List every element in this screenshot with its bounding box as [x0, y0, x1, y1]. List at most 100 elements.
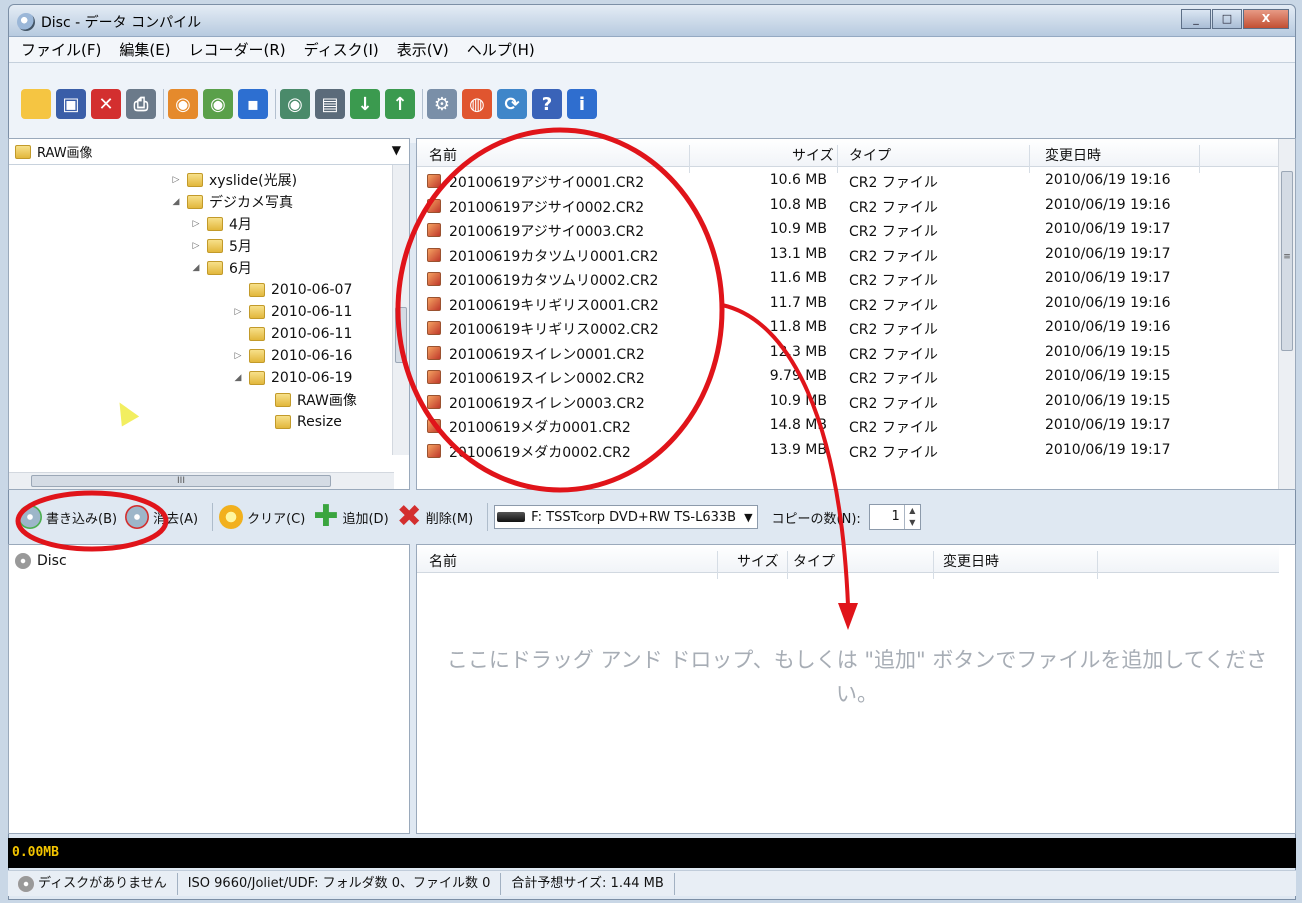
blue-disc-icon[interactable]: ▪ [238, 89, 268, 119]
compile-column-size[interactable]: サイズ [737, 551, 779, 571]
add-button[interactable]: ✚ 追加(D) [313, 502, 389, 532]
tree-expand-icon[interactable]: ◢ [169, 197, 183, 207]
tree-hscroll-thumb[interactable]: III [31, 475, 331, 487]
file-row[interactable]: 20100619スイレン0001.CR2 12.3 MB CR2 ファイル 2010/… [417, 341, 1281, 365]
update-icon[interactable]: ⟳ [497, 89, 527, 119]
burn-disc-icon[interactable]: ◉ [168, 89, 198, 119]
drive-select-value: F: TSSTcorp DVD+RW TS-L633B [531, 509, 737, 525]
tree-item-label: 2010-06-11 [271, 304, 353, 320]
file-row[interactable]: 20100619メダカ0002.CR2 13.9 MB CR2 ファイル 2010/0… [417, 439, 1281, 463]
remove-button[interactable]: ✖ 削除(M) [397, 502, 474, 532]
chevron-down-icon[interactable]: ▼ [392, 143, 401, 157]
delete-icon[interactable]: ✕ [91, 89, 121, 119]
globe-icon[interactable]: ◍ [462, 89, 492, 119]
add-label: 追加(D) [342, 511, 389, 527]
export-icon[interactable]: ↑ [385, 89, 415, 119]
tree-expand-icon[interactable]: ▷ [189, 241, 203, 251]
save-icon[interactable]: ▣ [56, 89, 86, 119]
menu-help[interactable]: ヘルプ(H) [467, 39, 535, 60]
compile-column-name[interactable]: 名前 [429, 551, 457, 571]
column-date[interactable]: 変更日時 [1045, 145, 1101, 165]
folder-icon [15, 144, 31, 159]
menu-view[interactable]: 表示(V) [397, 39, 449, 60]
tree-expand-icon[interactable]: ▷ [189, 219, 203, 229]
compile-column-type[interactable]: タイプ [793, 551, 835, 571]
menu-file[interactable]: ファイル(F) [21, 39, 101, 60]
new-icon[interactable] [21, 89, 51, 119]
copies-stepper[interactable]: 1 ▲ ▼ [868, 504, 921, 530]
tree-horizontal-scrollbar[interactable]: III [9, 472, 394, 489]
tree-expand-icon[interactable]: ▷ [231, 351, 245, 361]
column-size[interactable]: サイズ [792, 145, 834, 165]
tree-item[interactable]: ▷ xyslide(光展) [169, 169, 297, 191]
folder-combo[interactable]: RAW画像 ▼ [9, 139, 409, 165]
file-row[interactable]: 20100619アジサイ0001.CR2 10.6 MB CR2 ファイル 2010/… [417, 169, 1281, 193]
file-date: 2010/06/19 19:16 [1045, 319, 1171, 335]
tree-item[interactable]: Resize [257, 411, 342, 433]
gear-icon[interactable]: ⚙ [427, 89, 457, 119]
print-icon[interactable]: ⎙ [126, 89, 156, 119]
help-icon[interactable]: ? [532, 89, 562, 119]
tree-expand-icon[interactable]: ◢ [189, 263, 203, 273]
menu-recorder[interactable]: レコーダー(R) [189, 39, 286, 60]
tree-expand-icon[interactable]: ▷ [231, 307, 245, 317]
tree-item-label: デジカメ写真 [209, 195, 293, 211]
maximize-button[interactable]: □ [1212, 9, 1242, 29]
file-name: 20100619キリギリス0002.CR2 [449, 322, 659, 338]
file-date: 2010/06/19 19:17 [1045, 221, 1171, 237]
tree-item[interactable]: ▷ 5月 [189, 235, 252, 257]
file-row[interactable]: 20100619アジサイ0002.CR2 10.8 MB CR2 ファイル 2010/… [417, 194, 1281, 218]
file-row[interactable]: 20100619メダカ0001.CR2 14.8 MB CR2 ファイル 2010/0… [417, 414, 1281, 438]
tree-item[interactable]: ◢ デジカメ写真 [169, 191, 293, 213]
file-list-scrollbar[interactable]: ≡ [1278, 139, 1295, 489]
tree-item[interactable]: 2010-06-11 [231, 323, 352, 345]
raw-file-icon [427, 198, 441, 213]
menu-edit[interactable]: 編集(E) [119, 39, 170, 60]
file-row[interactable]: 20100619カタツムリ0001.CR2 13.1 MB CR2 ファイル 2010… [417, 243, 1281, 267]
info-icon[interactable]: i [567, 89, 597, 119]
erase-button[interactable]: 消去(A) [125, 505, 198, 529]
column-type[interactable]: タイプ [849, 145, 891, 165]
chevron-down-icon[interactable]: ▼ [744, 511, 752, 524]
raw-file-icon [427, 296, 441, 311]
menu-disc[interactable]: ディスク(I) [304, 39, 379, 60]
compile-column-date[interactable]: 変更日時 [943, 551, 999, 571]
tree-expand-icon[interactable]: ◢ [231, 373, 245, 383]
tree-item[interactable]: ▷ 2010-06-16 [231, 345, 353, 367]
folder-icon [249, 283, 265, 297]
tree-item[interactable]: ▷ 4月 [189, 213, 252, 235]
import-icon[interactable]: ↓ [350, 89, 380, 119]
drive-select[interactable]: F: TSSTcorp DVD+RW TS-L633B ▼ [494, 505, 758, 529]
file-row[interactable]: 20100619スイレン0002.CR2 9.79 MB CR2 ファイル 2010/… [417, 365, 1281, 389]
file-row[interactable]: 20100619アジサイ0003.CR2 10.9 MB CR2 ファイル 2010/… [417, 218, 1281, 242]
minimize-button[interactable]: _ [1181, 9, 1211, 29]
tree-item-label: RAW画像 [297, 393, 357, 409]
drive-icon[interactable]: ▤ [315, 89, 345, 119]
burn-button[interactable]: 書き込み(B) [18, 505, 117, 529]
file-row[interactable]: 20100619スイレン0003.CR2 10.9 MB CR2 ファイル 2010/… [417, 390, 1281, 414]
title-bar[interactable]: Disc - データ コンパイル _ □ X [9, 5, 1295, 37]
clear-icon [219, 505, 244, 529]
file-date: 2010/06/19 19:15 [1045, 343, 1171, 360]
disc-root-node[interactable]: Disc [15, 553, 67, 569]
file-row[interactable]: 20100619キリギリス0002.CR2 11.8 MB CR2 ファイル 2010… [417, 316, 1281, 340]
tree-vertical-scrollbar[interactable] [392, 165, 409, 455]
disc-app-icon [17, 13, 35, 31]
clear-button[interactable]: クリア(C) [219, 505, 305, 529]
disc-info-icon[interactable]: ◉ [280, 89, 310, 119]
tree-item[interactable]: ◢ 6月 [189, 257, 252, 279]
file-name: 20100619スイレン0001.CR2 [449, 346, 645, 363]
tree-item[interactable]: 2010-06-07 [231, 279, 352, 301]
raw-file-icon [427, 247, 441, 262]
file-row[interactable]: 20100619カタツムリ0002.CR2 11.6 MB CR2 ファイル 2010… [417, 267, 1281, 291]
column-name[interactable]: 名前 [429, 145, 457, 165]
tree-expand-icon[interactable]: ▷ [169, 175, 183, 185]
tree-item[interactable]: ◢ 2010-06-19 [231, 367, 353, 389]
close-button[interactable]: X [1243, 9, 1289, 29]
file-row[interactable]: 20100619キリギリス0001.CR2 11.7 MB CR2 ファイル 2010… [417, 292, 1281, 316]
copy-disc-icon[interactable]: ◉ [203, 89, 233, 119]
drop-hint-text: ここにドラッグ アンド ドロップ、もしくは "追加" ボタンでファイルを追加して… [446, 648, 1268, 706]
tree-item[interactable]: ▷ 2010-06-11 [231, 301, 353, 323]
tree-item[interactable]: RAW画像 [257, 389, 357, 411]
spin-arrows-icon[interactable]: ▲ ▼ [903, 505, 920, 529]
